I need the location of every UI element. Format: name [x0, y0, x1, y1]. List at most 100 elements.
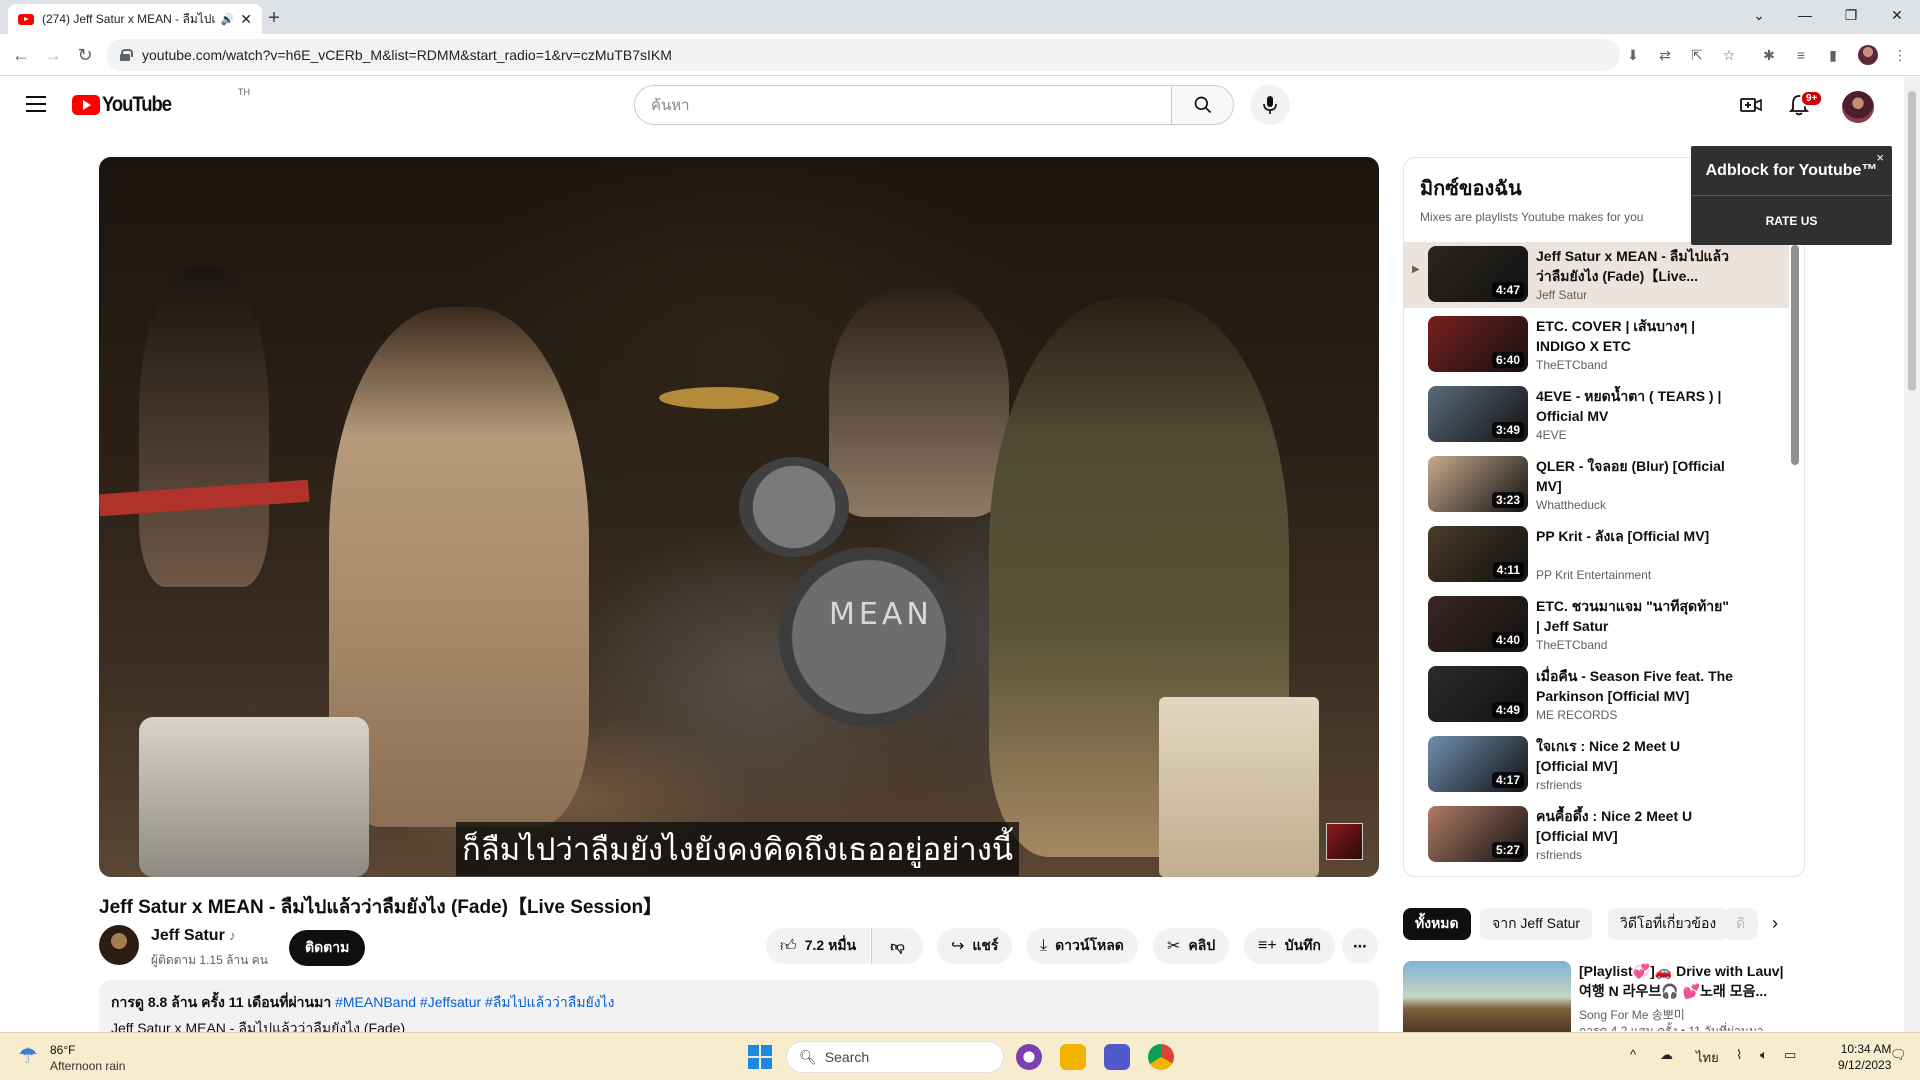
back-arrow-icon[interactable]: ← [8, 42, 34, 68]
channel-name[interactable]: Jeff Satur ♪ [151, 927, 236, 945]
playlist-item-title[interactable]: เมื่อคืน - Season Five feat. The Parkins… [1536, 666, 1736, 706]
browser-tab[interactable]: (274) Jeff Satur x MEAN - ลืมไปแล้วว่าลื… [8, 4, 262, 34]
playlist-item-title[interactable]: ใจเกเร : Nice 2 Meet U [Official MV] [1536, 736, 1736, 776]
playlist-item[interactable]: 4:49 เมื่อคืน - Season Five feat. The Par… [1404, 662, 1789, 728]
new-tab-button[interactable]: + [260, 4, 288, 32]
recommendation-title[interactable]: [Playlist💞]🚗 Drive with Lauv| 여행 N 라우브🎧 … [1579, 961, 1799, 1001]
bookmark-star-icon[interactable]: ☆ [1719, 45, 1739, 65]
playlist-item-channel[interactable]: ME RECORDS [1536, 708, 1617, 722]
playlist-item-title[interactable]: Jeff Satur - ลืมไปแล้วว่าลืมยังไง [1536, 876, 1736, 877]
share-button[interactable]: ↪ แชร์ [937, 928, 1013, 964]
taskbar-search[interactable]: 🔍︎ Search [786, 1041, 1004, 1073]
adblock-close-icon[interactable]: × [1876, 150, 1884, 165]
minimize-button[interactable]: — [1782, 0, 1828, 30]
playlist-item-channel[interactable]: TheETCband [1536, 358, 1607, 372]
playlist-thumbnail[interactable]: 4:40 [1428, 596, 1528, 652]
playlist-thumbnail[interactable]: 6:40 [1428, 316, 1528, 372]
more-actions-button[interactable]: ⋯ [1342, 928, 1378, 964]
playlist-thumbnail[interactable] [1428, 876, 1528, 877]
save-button[interactable]: ≡+ บันทึก [1244, 928, 1335, 964]
volume-icon[interactable]: 🔈︎ [1760, 1047, 1768, 1063]
playlist-item-channel[interactable]: TheETCband [1536, 638, 1607, 652]
playlist-thumbnail[interactable]: 5:27 [1428, 806, 1528, 862]
close-window-button[interactable]: ✕ [1874, 0, 1920, 30]
weather-desc[interactable]: Afternoon rain [50, 1059, 125, 1073]
weather-rain-icon[interactable]: ☂ [18, 1043, 38, 1069]
github-desktop-icon[interactable] [1016, 1044, 1042, 1070]
playlist-item-channel[interactable]: PP Krit Entertainment [1536, 568, 1651, 582]
forward-arrow-icon[interactable]: → [40, 42, 66, 68]
playlist-thumbnail[interactable]: 3:23 [1428, 456, 1528, 512]
notification-center-icon[interactable]: 🗨 [1890, 1047, 1907, 1063]
voice-search-button[interactable] [1250, 85, 1290, 125]
playlist-item-title[interactable]: คนคื้อดึ้ง : Nice 2 Meet U [Official MV] [1536, 806, 1736, 846]
download-button[interactable]: ⤓ ดาวน์โหลด [1026, 928, 1138, 964]
description-box[interactable]: การดู 8.8 ล้าน ครั้ง 11 เดือนที่ผ่านมา #… [99, 980, 1379, 1040]
onedrive-icon[interactable]: ☁ [1660, 1047, 1673, 1063]
chip-more[interactable]: ดิ [1724, 908, 1758, 940]
playlist-scrollbar[interactable] [1791, 245, 1799, 465]
create-video-icon[interactable] [1739, 93, 1763, 117]
windows-start-icon[interactable] [748, 1045, 772, 1069]
speaker-icon[interactable]: 🔊 [221, 13, 235, 26]
share-page-icon[interactable]: ⇱ [1687, 45, 1707, 65]
install-app-icon[interactable]: ⬇ [1623, 45, 1643, 65]
playlist-thumbnail[interactable]: 4:49 [1428, 666, 1528, 722]
playlist-thumbnail[interactable]: 4:17 [1428, 736, 1528, 792]
playlist-item-channel[interactable]: Whattheduck [1536, 498, 1606, 512]
youtube-logo[interactable]: YouTube TH [72, 87, 250, 117]
chip-from-channel[interactable]: จาก Jeff Satur [1480, 908, 1593, 940]
battery-icon[interactable]: ▭ [1784, 1047, 1796, 1063]
playlist-item-title[interactable]: Jeff Satur x MEAN - ลืมไปแล้วว่าลืมยังไง… [1536, 246, 1736, 286]
lock-icon[interactable] [120, 49, 133, 61]
playlist-item[interactable]: ▶ 4:47 Jeff Satur x MEAN - ลืมไปแล้วว่าลืม… [1404, 242, 1789, 308]
chips-next-chevron-icon[interactable]: › [1772, 913, 1778, 934]
browser-profile-avatar[interactable] [1858, 45, 1878, 65]
playlist-item[interactable]: 6:40 ETC. COVER | เส้นบางๆ | INDIGO X ETC… [1404, 312, 1789, 378]
like-button[interactable]: 👍︎ 7.2 หมื่น [766, 928, 870, 964]
chrome-taskbar-icon[interactable] [1148, 1044, 1174, 1070]
playlist-item[interactable]: Jeff Satur - ลืมไปแล้วว่าลืมยังไง [1404, 872, 1789, 877]
playlist-item[interactable]: 3:23 QLER - ใจลอย (Blur) [Official MV] Wha… [1404, 452, 1789, 518]
playlist-thumbnail[interactable]: 3:49 [1428, 386, 1528, 442]
wifi-icon[interactable]: ⌇ [1736, 1047, 1742, 1063]
channel-watermark[interactable] [1326, 823, 1363, 860]
subscribe-button[interactable]: ติดตาม [289, 930, 366, 966]
file-explorer-icon[interactable] [1060, 1044, 1086, 1070]
recommendation-channel[interactable]: Song For Me 송뽀미 [1579, 1006, 1685, 1023]
playlist-thumbnail[interactable]: 4:47 [1428, 246, 1528, 302]
dislike-button[interactable]: 👎︎ [871, 928, 923, 964]
account-avatar[interactable] [1842, 91, 1874, 123]
search-button[interactable] [1171, 85, 1234, 125]
close-tab-icon[interactable]: ✕ [240, 11, 252, 28]
tab-search-icon[interactable]: ⌄ [1736, 0, 1782, 30]
playlist-item-channel[interactable]: rsfriends [1536, 848, 1582, 862]
input-language[interactable]: ไทย [1696, 1047, 1719, 1068]
playlist-item-title[interactable]: 4EVE - หยดน้ำตา ( TEARS ) | Official MV [1536, 386, 1736, 426]
playlist-item-channel[interactable]: Jeff Satur [1536, 288, 1587, 302]
playlist-thumbnail[interactable]: 4:11 [1428, 526, 1528, 582]
tray-chevron-icon[interactable]: ^ [1630, 1047, 1636, 1062]
playlist-item-title[interactable]: QLER - ใจลอย (Blur) [Official MV] [1536, 456, 1736, 496]
playlist-item[interactable]: 4:17 ใจเกเร : Nice 2 Meet U [Official MV]… [1404, 732, 1789, 798]
reload-icon[interactable]: ↻ [72, 42, 98, 68]
teams-icon[interactable] [1104, 1044, 1130, 1070]
playlist-item-channel[interactable]: 4EVE [1536, 428, 1567, 442]
chip-related[interactable]: วิดีโอที่เกี่ยวข้อง [1608, 908, 1729, 940]
chip-all[interactable]: ทั้งหมด [1403, 908, 1471, 940]
playlist-item-title[interactable]: PP Krit - ลังเล [Official MV] [1536, 526, 1736, 546]
address-bar[interactable]: youtube.com/watch?v=h6E_vCERb_M&list=RDM… [106, 39, 1620, 71]
menu-hamburger-icon[interactable] [26, 96, 46, 112]
channel-name-text[interactable]: Jeff Satur [151, 927, 225, 944]
clip-button[interactable]: ✂ คลิป [1153, 928, 1230, 964]
playlist-item[interactable]: 4:11 PP Krit - ลังเล [Official MV] PP Krit… [1404, 522, 1789, 588]
weather-temp[interactable]: 86°F [50, 1043, 75, 1057]
playlist-item[interactable]: 4:40 ETC. ชวนมาแจม "นาทีสุดท้าย" | Jeff S… [1404, 592, 1789, 658]
taskbar-clock[interactable]: 10:34 AM 9/12/2023 [1838, 1041, 1891, 1073]
translate-icon[interactable]: ⇄ [1655, 45, 1675, 65]
playlist-item[interactable]: 3:49 4EVE - หยดน้ำตา ( TEARS ) | Official… [1404, 382, 1789, 448]
playlist-item-title[interactable]: ETC. COVER | เส้นบางๆ | INDIGO X ETC [1536, 316, 1736, 356]
video-player[interactable]: MEAN ก็ลืมไปว่าลืมยังไงยังคงคิดถึงเธออยู… [99, 157, 1379, 877]
playlist-item-title[interactable]: ETC. ชวนมาแจม "นาทีสุดท้าย" | Jeff Satur [1536, 596, 1736, 636]
playlist-item[interactable]: 5:27 คนคื้อดึ้ง : Nice 2 Meet U [Official… [1404, 802, 1789, 868]
